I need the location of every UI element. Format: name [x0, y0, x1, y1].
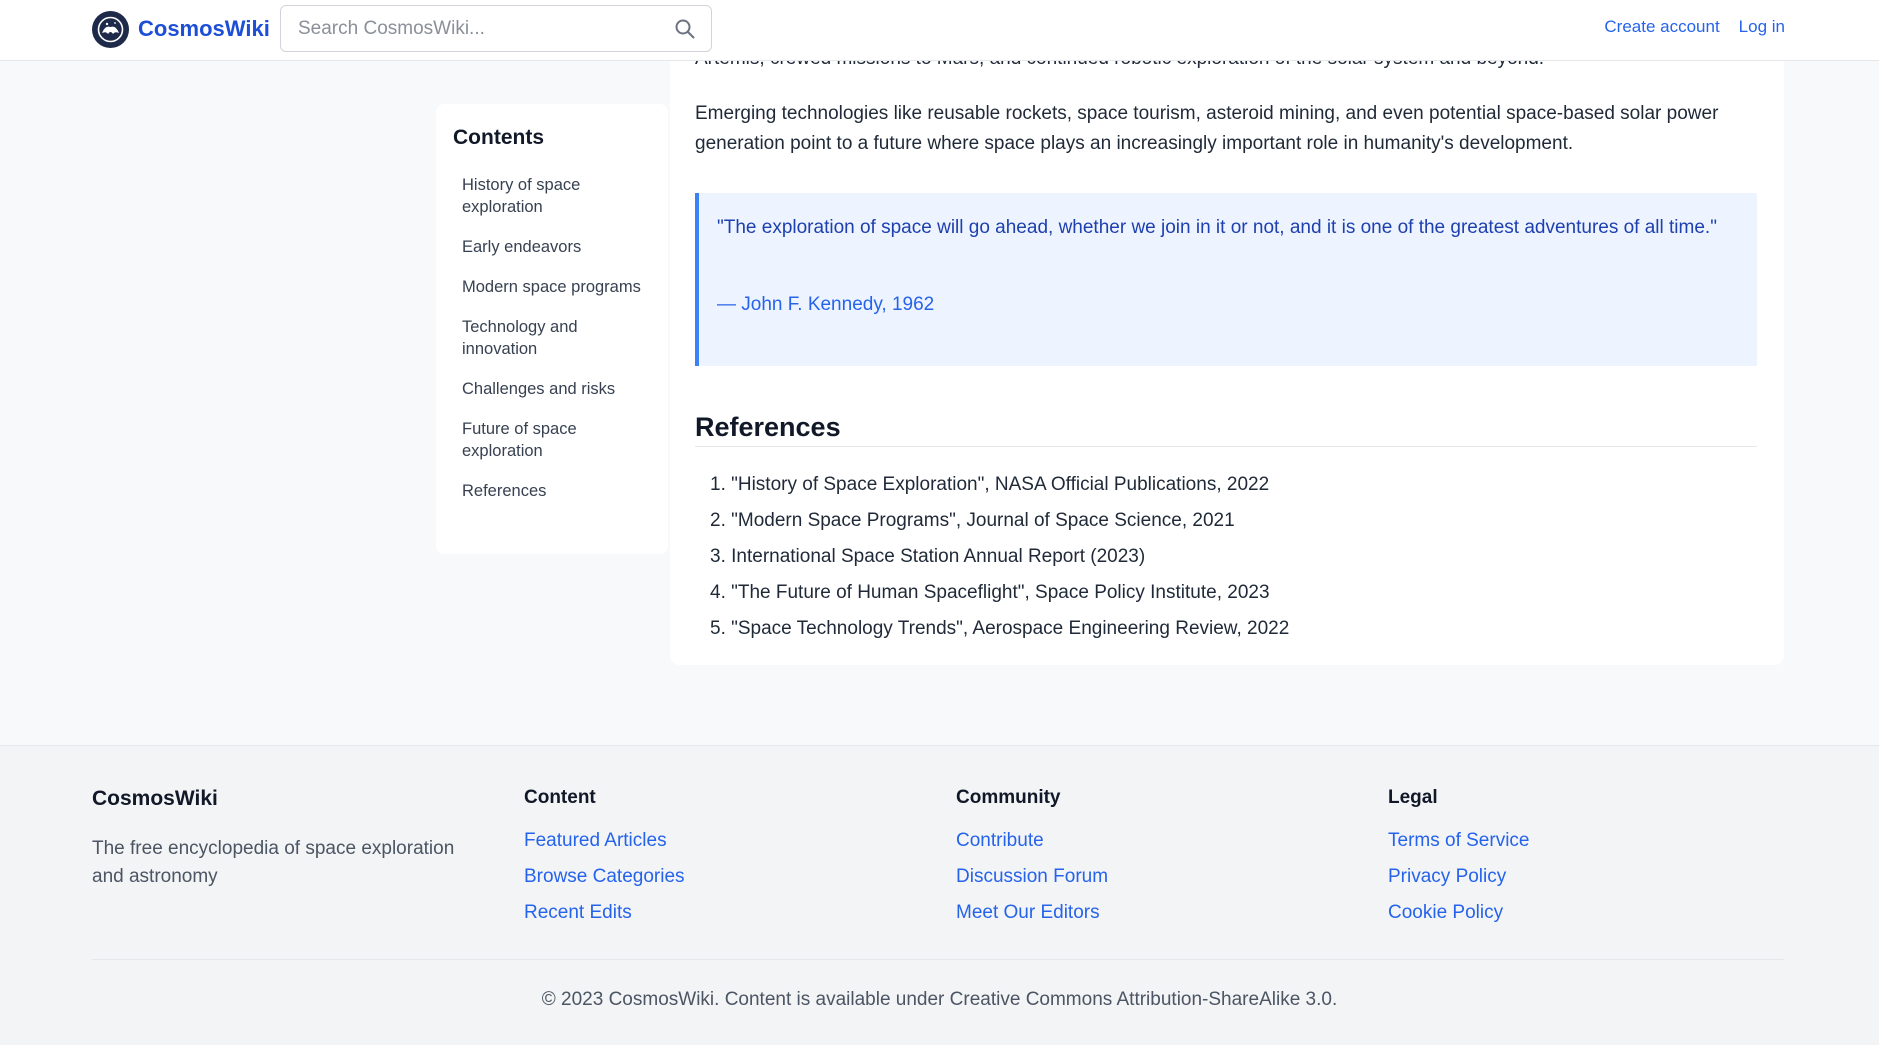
copyright-notice: © 2023 CosmosWiki. Content is available …	[541, 989, 1338, 1010]
footer-brand-description: The free encyclopedia of space explorati…	[92, 838, 455, 887]
toc-item-future[interactable]: Future of space exploration	[462, 418, 642, 462]
table-of-contents: Contents History of space exploration Ea…	[436, 104, 668, 554]
footer-link-browse-categories[interactable]: Browse Categories	[524, 859, 685, 895]
site-logo[interactable]: CosmosWiki	[92, 10, 270, 48]
search-input[interactable]	[298, 17, 678, 40]
top-navigation-bar: CosmosWiki Create account Log in	[0, 0, 1879, 61]
footer-link-contribute[interactable]: Contribute	[956, 823, 1108, 859]
reference-item: 3. International Space Station Annual Re…	[710, 546, 1146, 567]
reference-item: 4. "The Future of Human Spaceflight", Sp…	[710, 582, 1270, 603]
create-account-link[interactable]: Create account	[1604, 17, 1719, 37]
footer-link-cookies[interactable]: Cookie Policy	[1388, 895, 1529, 931]
footer-heading-content: Content	[524, 787, 596, 808]
footer-heading-community: Community	[956, 787, 1061, 808]
footer-column-content: Content Featured Articles Browse Categor…	[524, 787, 685, 931]
toc-item-references[interactable]: References	[462, 480, 642, 502]
kennedy-quote: "The exploration of space will go ahead,…	[695, 193, 1757, 366]
toc-title: Contents	[453, 126, 544, 149]
reference-item: 1. "History of Space Exploration", NASA …	[710, 474, 1270, 495]
footer-column-community: Community Contribute Discussion Forum Me…	[956, 787, 1108, 931]
footer-link-meet-editors[interactable]: Meet Our Editors	[956, 895, 1108, 931]
footer-link-terms[interactable]: Terms of Service	[1388, 823, 1529, 859]
quote-citation: — John F. Kennedy, 1962	[717, 294, 935, 315]
toc-list: History of space exploration Early endea…	[462, 174, 642, 520]
reference-item: 5. "Space Technology Trends", Aerospace …	[710, 618, 1290, 639]
footer-links-community: Contribute Discussion Forum Meet Our Edi…	[956, 823, 1108, 931]
footer-link-recent-edits[interactable]: Recent Edits	[524, 895, 685, 931]
log-in-link[interactable]: Log in	[1739, 17, 1785, 37]
footer-link-discussion-forum[interactable]: Discussion Forum	[956, 859, 1108, 895]
footer-link-privacy[interactable]: Privacy Policy	[1388, 859, 1529, 895]
account-links: Create account Log in	[1604, 17, 1785, 37]
footer-links-content: Featured Articles Browse Categories Rece…	[524, 823, 685, 931]
toc-item-early-endeavors[interactable]: Early endeavors	[462, 236, 642, 258]
toc-item-modern-programs[interactable]: Modern space programs	[462, 276, 642, 298]
reference-item: 2. "Modern Space Programs", Journal of S…	[710, 510, 1235, 531]
footer-heading-legal: Legal	[1388, 787, 1438, 808]
footer-links-legal: Terms of Service Privacy Policy Cookie P…	[1388, 823, 1529, 931]
footer-divider	[92, 959, 1784, 960]
toc-item-challenges[interactable]: Challenges and risks	[462, 378, 642, 400]
toc-item-history[interactable]: History of space exploration	[462, 174, 642, 218]
footer-brand-name: CosmosWiki	[92, 787, 218, 810]
cosmos-logo-icon	[92, 10, 129, 48]
references-list: 1. "History of Space Exploration", NASA …	[710, 467, 1289, 647]
site-footer: CosmosWiki The free encyclopedia of spac…	[0, 745, 1879, 1045]
references-heading: References	[695, 412, 1757, 447]
article-body: Artemis, crewed missions to Mars, and co…	[670, 40, 1784, 665]
site-brand-name: CosmosWiki	[138, 16, 270, 41]
search-icon[interactable]	[673, 17, 697, 41]
footer-brand-column: CosmosWiki The free encyclopedia of spac…	[92, 787, 482, 891]
toc-item-technology[interactable]: Technology and innovation	[462, 316, 642, 360]
footer-link-featured-articles[interactable]: Featured Articles	[524, 823, 685, 859]
footer-column-legal: Legal Terms of Service Privacy Policy Co…	[1388, 787, 1529, 931]
search-box	[280, 5, 712, 52]
article-paragraph: Emerging technologies like reusable rock…	[695, 103, 1719, 154]
quote-text: "The exploration of space will go ahead,…	[717, 217, 1717, 238]
